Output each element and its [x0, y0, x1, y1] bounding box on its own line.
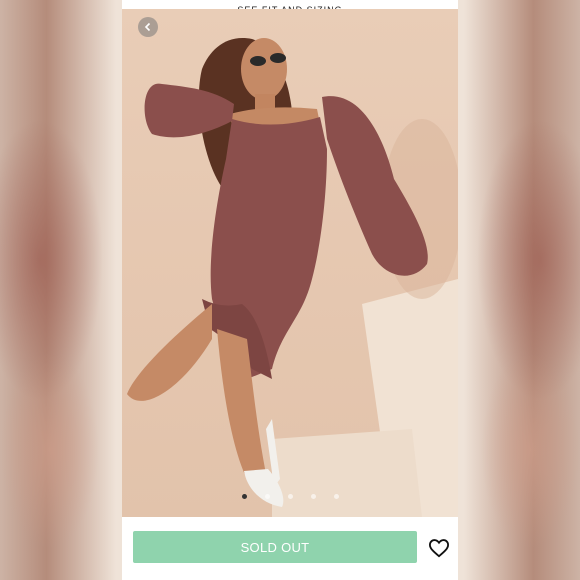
gallery-dot[interactable] [333, 494, 339, 499]
model-illustration [127, 38, 458, 517]
top-bar: SEE FIT AND SIZING [122, 0, 458, 15]
heart-outline-icon[interactable] [428, 538, 450, 558]
gallery-dot[interactable] [310, 494, 316, 499]
gallery-pagination [122, 494, 458, 499]
product-page: SEE FIT AND SIZING [122, 0, 458, 580]
action-bar: SOLD OUT [122, 517, 458, 580]
gallery-dot[interactable] [264, 494, 270, 499]
back-button[interactable] [138, 17, 158, 37]
chevron-left-icon [144, 22, 151, 32]
face [241, 38, 287, 100]
gallery-dot[interactable] [287, 494, 293, 499]
gallery-dot[interactable] [241, 494, 247, 499]
sold-out-button[interactable]: SOLD OUT [133, 531, 417, 563]
left-leg [127, 304, 212, 401]
product-photo[interactable] [122, 9, 458, 517]
floor-block [272, 429, 422, 517]
